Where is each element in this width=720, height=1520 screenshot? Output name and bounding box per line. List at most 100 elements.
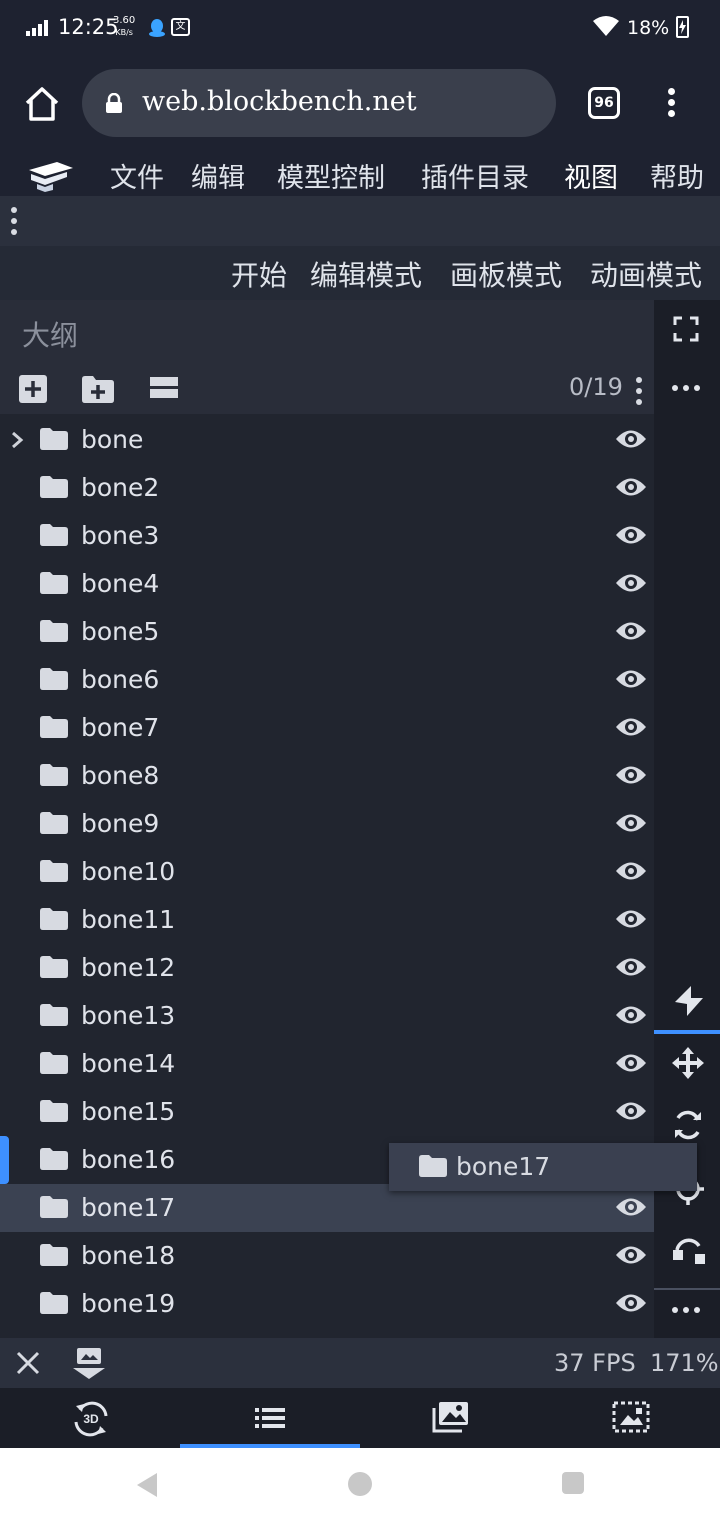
folder-icon bbox=[40, 1196, 68, 1218]
visibility-eye-icon[interactable] bbox=[615, 1244, 647, 1266]
menu-help[interactable]: 帮助 bbox=[650, 156, 704, 195]
outliner-row-bone3[interactable]: bone3 bbox=[0, 512, 654, 560]
move-icon[interactable] bbox=[671, 1046, 705, 1080]
visibility-eye-icon[interactable] bbox=[615, 956, 647, 978]
row-label: bone2 bbox=[81, 473, 160, 502]
tab-switcher-button[interactable]: 96 bbox=[588, 87, 620, 119]
outliner-row-bone7[interactable]: bone7 bbox=[0, 704, 654, 752]
folder-icon bbox=[40, 620, 68, 642]
tab-uv-editor[interactable] bbox=[540, 1388, 720, 1448]
tab-edit[interactable]: 编辑模式 bbox=[307, 254, 425, 304]
collapse-all-icon[interactable] bbox=[149, 374, 179, 400]
visibility-eye-icon[interactable] bbox=[615, 524, 647, 546]
browser-menu-icon[interactable] bbox=[668, 88, 676, 118]
visibility-eye-icon[interactable] bbox=[615, 1052, 647, 1074]
row-label: bone15 bbox=[81, 1097, 176, 1126]
folder-icon bbox=[40, 1052, 68, 1074]
visibility-eye-icon[interactable] bbox=[615, 476, 647, 498]
tab-start[interactable]: 开始 bbox=[231, 254, 287, 294]
tab-paint[interactable]: 画板模式 bbox=[450, 254, 562, 294]
visibility-eye-icon[interactable] bbox=[615, 764, 647, 786]
outliner-row-bone18[interactable]: bone18 bbox=[0, 1232, 654, 1280]
visibility-eye-icon[interactable] bbox=[615, 860, 647, 882]
folder-icon bbox=[40, 716, 68, 738]
battery-percent: 18% bbox=[627, 17, 670, 39]
visibility-eye-icon[interactable] bbox=[615, 716, 647, 738]
folder-icon bbox=[40, 1004, 68, 1026]
visibility-eye-icon[interactable] bbox=[615, 620, 647, 642]
url-text: web.blockbench.net bbox=[142, 86, 417, 117]
home-icon[interactable] bbox=[24, 86, 60, 122]
battery-charging-icon bbox=[676, 16, 689, 38]
visibility-eye-icon[interactable] bbox=[615, 668, 647, 690]
outliner-row-bone10[interactable]: bone10 bbox=[0, 848, 654, 896]
status-footer: 37 FPS 171% bbox=[0, 1338, 720, 1388]
visibility-eye-icon[interactable] bbox=[615, 1292, 647, 1314]
menu-file[interactable]: 文件 bbox=[110, 156, 164, 195]
more-icon[interactable] bbox=[671, 376, 701, 400]
row-label: bone5 bbox=[81, 617, 160, 646]
folder-icon bbox=[40, 668, 68, 690]
outliner-row-bone8[interactable]: bone8 bbox=[0, 752, 654, 800]
recents-icon[interactable] bbox=[562, 1472, 584, 1494]
outliner-row-bone[interactable]: bone bbox=[0, 416, 654, 464]
row-label: bone12 bbox=[81, 953, 176, 982]
close-icon[interactable] bbox=[15, 1350, 41, 1376]
outliner-row-bone9[interactable]: bone9 bbox=[0, 800, 654, 848]
visibility-eye-icon[interactable] bbox=[615, 1196, 647, 1218]
screenshot-download-icon[interactable] bbox=[72, 1346, 106, 1380]
row-label: bone18 bbox=[81, 1241, 176, 1270]
menu-plugins[interactable]: 插件目录 bbox=[421, 156, 529, 195]
drag-preview: bone17 bbox=[389, 1143, 697, 1191]
visibility-eye-icon[interactable] bbox=[615, 1100, 647, 1122]
chevron-right-icon[interactable] bbox=[9, 430, 25, 450]
menu-edit[interactable]: 编辑 bbox=[191, 156, 245, 195]
folder-icon bbox=[40, 1100, 68, 1122]
outliner-row-bone12[interactable]: bone12 bbox=[0, 944, 654, 992]
home-nav-icon[interactable] bbox=[348, 1472, 372, 1496]
bottom-tab-bar: 3D bbox=[0, 1388, 720, 1448]
row-label: bone13 bbox=[81, 1001, 176, 1030]
row-label: bone7 bbox=[81, 713, 160, 742]
add-group-icon[interactable] bbox=[81, 374, 115, 404]
outliner-row-bone13[interactable]: bone13 bbox=[0, 992, 654, 1040]
outliner-row-bone2[interactable]: bone2 bbox=[0, 464, 654, 512]
tab-textures[interactable] bbox=[360, 1388, 540, 1448]
more-icon[interactable] bbox=[671, 1298, 701, 1322]
visibility-eye-icon[interactable] bbox=[615, 908, 647, 930]
folder-icon bbox=[40, 476, 68, 498]
address-bar[interactable]: web.blockbench.net bbox=[82, 69, 556, 137]
visibility-eye-icon[interactable] bbox=[615, 812, 647, 834]
outliner-menu-icon[interactable] bbox=[636, 377, 642, 405]
back-icon[interactable] bbox=[136, 1472, 158, 1498]
visibility-eye-icon[interactable] bbox=[615, 572, 647, 594]
fullscreen-icon[interactable] bbox=[671, 314, 701, 344]
add-cube-icon[interactable] bbox=[18, 374, 48, 404]
visibility-eye-icon[interactable] bbox=[615, 428, 647, 450]
blockbench-logo-icon[interactable] bbox=[27, 158, 75, 192]
outliner-toolbar: 0/19 bbox=[0, 362, 654, 414]
zoom-level: 171% bbox=[650, 1349, 719, 1377]
vertex-snap-icon[interactable] bbox=[671, 984, 705, 1018]
menu-transform[interactable]: 模型控制 bbox=[277, 156, 385, 195]
outliner-row-bone14[interactable]: bone14 bbox=[0, 1040, 654, 1088]
outliner-row-bone4[interactable]: bone4 bbox=[0, 560, 654, 608]
outliner-row-bone11[interactable]: bone11 bbox=[0, 896, 654, 944]
visibility-eye-icon[interactable] bbox=[615, 1004, 647, 1026]
outliner-row-bone15[interactable]: bone15 bbox=[0, 1088, 654, 1136]
tools-menu-icon[interactable] bbox=[11, 207, 17, 235]
outliner-row-bone17[interactable]: bone17 bbox=[0, 1184, 654, 1232]
outliner-row-bone6[interactable]: bone6 bbox=[0, 656, 654, 704]
row-label: bone19 bbox=[81, 1289, 176, 1318]
network-speed-unit: KB/s bbox=[115, 28, 133, 37]
menu-view[interactable]: 视图 bbox=[564, 156, 618, 195]
outliner-row-bone5[interactable]: bone5 bbox=[0, 608, 654, 656]
rotate-icon[interactable] bbox=[671, 1108, 705, 1142]
drag-preview-label: bone17 bbox=[456, 1152, 551, 1181]
row-label: bone6 bbox=[81, 665, 160, 694]
tab-3d-view[interactable]: 3D bbox=[0, 1388, 180, 1448]
tab-outliner[interactable] bbox=[180, 1388, 360, 1448]
transform-icon[interactable] bbox=[671, 1232, 707, 1266]
tab-animate[interactable]: 动画模式 bbox=[590, 254, 702, 294]
outliner-row-bone19[interactable]: bone19 bbox=[0, 1280, 654, 1328]
